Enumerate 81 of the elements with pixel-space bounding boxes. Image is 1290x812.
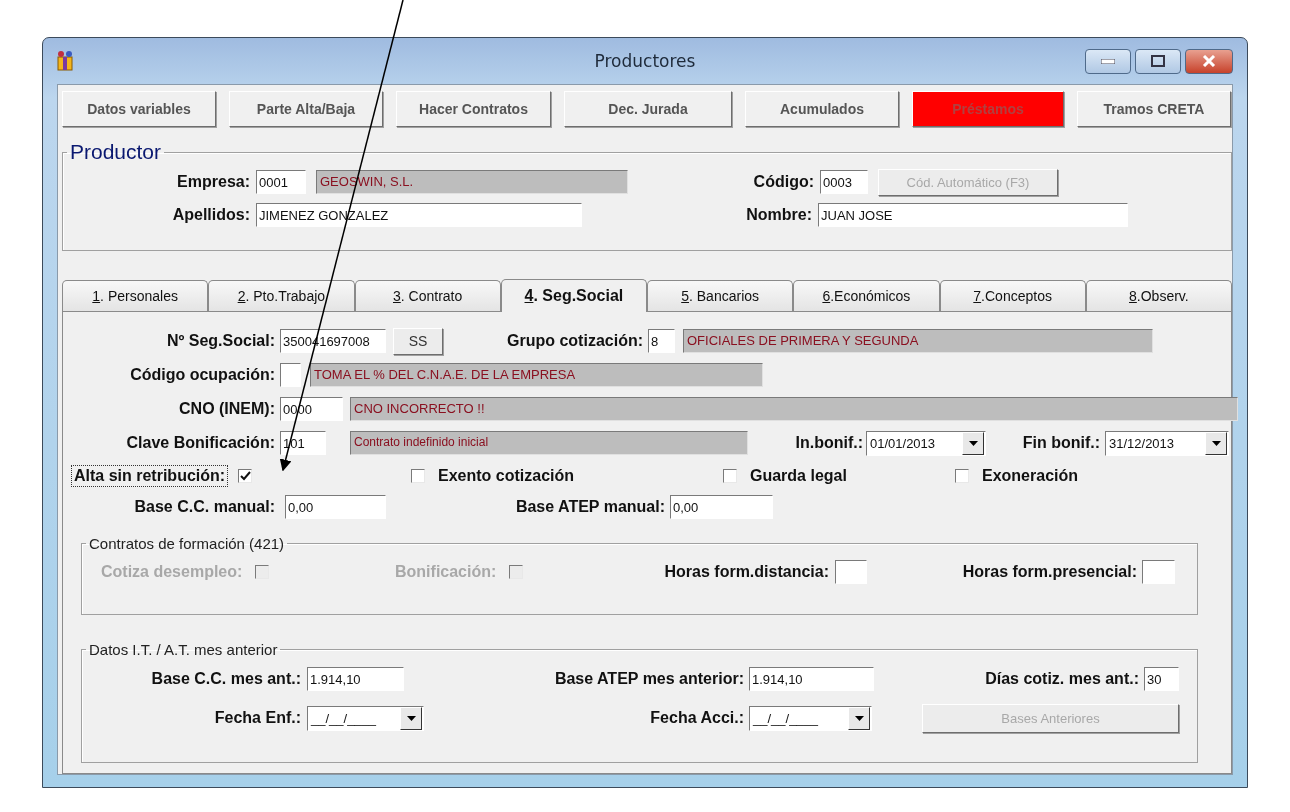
input-field[interactable] xyxy=(1142,560,1175,584)
field-label: Fecha Enf.: xyxy=(213,709,301,727)
dropdown-arrow-icon xyxy=(406,715,416,721)
group-title: Datos I.T. / A.T. mes anterior xyxy=(88,641,279,658)
checkbox-label: Guarda legal xyxy=(749,465,848,486)
checkbox[interactable] xyxy=(955,468,969,483)
input-field[interactable] xyxy=(280,363,301,387)
field-label: In.bonif.: xyxy=(794,434,863,452)
checkbox[interactable] xyxy=(723,468,737,483)
field-label: Base ATEP mes anterior: xyxy=(553,670,744,688)
ss-button[interactable]: SS xyxy=(393,327,443,355)
field-label: Apellidos: xyxy=(171,206,250,224)
checkbox-label: Cotiza desempleo: xyxy=(100,562,244,582)
tab[interactable]: 3. Contrato xyxy=(354,280,501,311)
checkbox-label: Alta sin retribución: xyxy=(71,464,229,487)
date-dropdown[interactable]: 31/12/2013 xyxy=(1105,430,1229,456)
input-field[interactable]: JUAN JOSE xyxy=(818,203,1128,227)
input-field[interactable]: 0,00 xyxy=(670,495,773,519)
tab[interactable]: 5. Bancarios xyxy=(647,280,794,311)
tab[interactable]: 4. Seg.Social xyxy=(500,279,647,312)
toolbar-button[interactable]: Datos variables xyxy=(62,91,216,127)
field-label: Clave Bonificación: xyxy=(125,434,275,452)
description-field: Contrato indefinido inicial xyxy=(350,431,748,455)
maximize-icon xyxy=(1151,55,1165,67)
toolbar-button[interactable]: Hacer Contratos xyxy=(396,91,551,127)
description-field: OFICIALES DE PRIMERA Y SEGUNDA xyxy=(683,329,1153,353)
check-icon xyxy=(239,470,251,481)
tab[interactable]: 1. Personales xyxy=(62,280,209,311)
toolbar-button[interactable]: Dec. Jurada xyxy=(564,91,732,127)
description-field: CNO INCORRECTO !! xyxy=(350,397,1238,421)
checkbox-label: Bonificación: xyxy=(394,562,498,582)
input-field[interactable]: 1.914,10 xyxy=(307,667,404,691)
dropdown-arrow-icon xyxy=(968,440,978,446)
input-field[interactable]: 8 xyxy=(648,329,675,353)
field-label: Código ocupación: xyxy=(129,366,275,384)
field-label: Grupo cotización: xyxy=(506,332,643,350)
input-field[interactable]: 0001 xyxy=(256,170,306,194)
field-label: Código: xyxy=(752,173,814,191)
checkbox[interactable] xyxy=(411,468,425,483)
dropdown-arrow-icon xyxy=(1211,440,1221,446)
minimize-icon xyxy=(1101,58,1115,64)
date-dropdown[interactable]: 01/01/2013 xyxy=(866,430,986,456)
field-label: Nº Seg.Social: xyxy=(165,332,275,350)
checkbox[interactable] xyxy=(238,468,253,483)
input-field[interactable]: 0003 xyxy=(820,170,868,194)
minimize-button[interactable] xyxy=(1085,48,1131,74)
input-field[interactable]: 1.914,10 xyxy=(749,667,874,691)
field-label: Nombre: xyxy=(745,206,812,224)
input-field[interactable] xyxy=(835,560,867,584)
field-label: Base ATEP manual: xyxy=(514,498,665,516)
field-label: Base C.C. mes ant.: xyxy=(150,670,301,688)
tab[interactable]: 6.Económicos xyxy=(793,280,940,311)
app-icon xyxy=(55,50,75,72)
field-label: Empresa: xyxy=(176,173,250,191)
toolbar-button[interactable]: Parte Alta/Baja xyxy=(229,91,383,127)
tab[interactable]: 2. Pto.Trabajo xyxy=(208,280,355,311)
field-label: Base C.C. manual: xyxy=(133,498,275,516)
input-field[interactable]: 0,00 xyxy=(285,495,386,519)
checkbox-label: Exoneración xyxy=(981,465,1080,486)
close-button[interactable] xyxy=(1185,48,1233,74)
field-label: Horas form.presencial: xyxy=(961,563,1137,581)
close-icon xyxy=(1202,55,1216,67)
field-label: Fecha Acci.: xyxy=(649,709,744,727)
field-label: CNO (INEM): xyxy=(178,400,275,418)
field-label: Fin bonif.: xyxy=(1021,434,1100,452)
group-title: Contratos de formación (421) xyxy=(88,535,286,552)
date-dropdown[interactable]: __/__/____ xyxy=(307,705,424,731)
input-field[interactable]: 30 xyxy=(1144,667,1179,691)
window-title: Productores xyxy=(593,51,697,71)
checkbox-label: Exento cotización xyxy=(437,465,576,486)
toolbar-button[interactable]: Tramos CRETA xyxy=(1077,91,1231,127)
description-field: TOMA EL % DEL C.N.A.E. DE LA EMPRESA xyxy=(310,363,763,387)
tab[interactable]: 8.Observ. xyxy=(1085,280,1232,311)
field-label: Horas form.distancia: xyxy=(663,563,829,581)
date-dropdown[interactable]: __/__/____ xyxy=(749,705,872,731)
field-label: Días cotiz. mes ant.: xyxy=(984,670,1139,688)
group-title: Productor xyxy=(69,141,163,163)
dropdown-arrow-icon xyxy=(854,715,864,721)
maximize-button[interactable] xyxy=(1135,48,1181,74)
tab[interactable]: 7.Conceptos xyxy=(939,280,1086,311)
toolbar-button[interactable]: Acumulados xyxy=(745,91,899,127)
